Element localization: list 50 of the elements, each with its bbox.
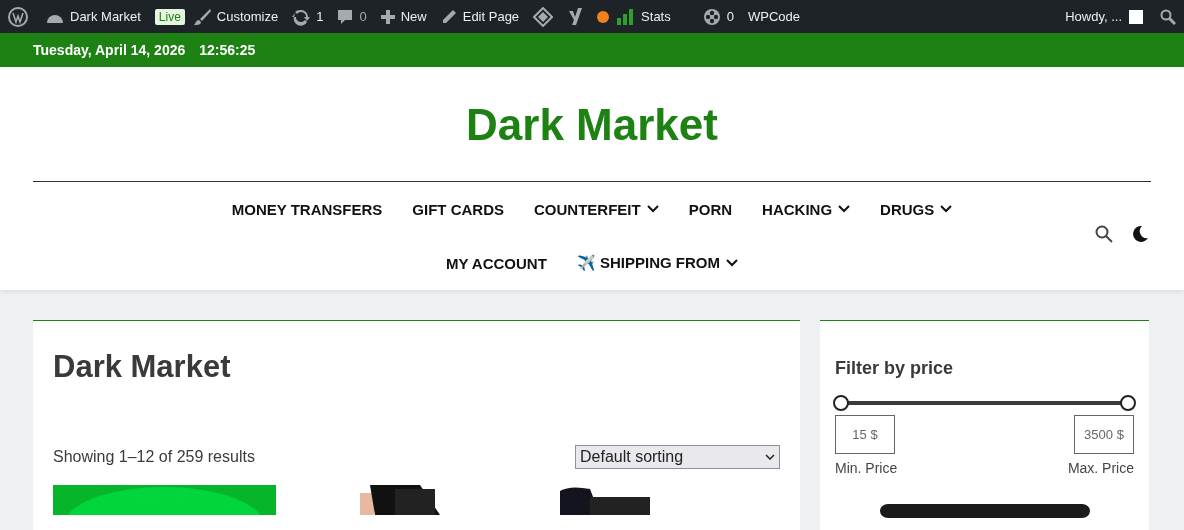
stats-link[interactable]: Stats	[641, 9, 671, 24]
result-count: Showing 1–12 of 259 results	[53, 448, 255, 466]
caret-icon	[646, 205, 659, 213]
comment-count[interactable]: 0	[359, 9, 367, 24]
diamond-icon[interactable]	[533, 6, 554, 27]
site-name-link[interactable]: Dark Market	[70, 9, 141, 24]
new-link[interactable]: New	[400, 9, 427, 24]
nav-item[interactable]: HACKING	[762, 200, 851, 218]
customize-link[interactable]: Customize	[216, 9, 279, 24]
live-badge: Live	[154, 8, 185, 25]
howdy-link[interactable]: Howdy, ...	[1065, 9, 1122, 24]
wheel-icon[interactable]	[702, 7, 721, 26]
caret-icon	[838, 205, 851, 213]
nav-item[interactable]: DRUGS	[880, 200, 953, 218]
min-price-label: Min. Price	[835, 460, 898, 476]
brush-icon[interactable]	[192, 7, 211, 26]
nav-item[interactable]: MONEY TRANSFERS	[231, 200, 383, 218]
min-price-field[interactable]: 15 $	[835, 415, 895, 454]
sorting-dropdown[interactable]: Default sorting	[575, 445, 780, 469]
slider-handle[interactable]	[833, 395, 849, 411]
edit-page-link[interactable]: Edit Page	[462, 9, 520, 24]
nav-item[interactable]: COUNTERFEIT	[534, 200, 659, 218]
max-price-field[interactable]: 3500 $	[1074, 415, 1134, 454]
avatar[interactable]	[1128, 8, 1144, 25]
nav-item[interactable]: PORN	[688, 200, 733, 218]
slider-handle[interactable]	[1120, 395, 1136, 411]
comment-icon[interactable]	[337, 8, 354, 25]
page-title: Dark Market	[53, 349, 232, 386]
nav-item[interactable]: GIFT CARDS	[412, 200, 505, 218]
wpcode-link[interactable]: WPCode	[747, 9, 800, 24]
search-icon[interactable]	[1160, 8, 1176, 25]
caret-icon	[765, 454, 775, 460]
plus-icon[interactable]	[380, 9, 395, 24]
y-logo-icon[interactable]	[567, 6, 584, 27]
refresh-icon[interactable]	[292, 7, 311, 26]
search-icon[interactable]	[1095, 225, 1113, 243]
moon-icon[interactable]	[1131, 225, 1149, 243]
caret-icon	[726, 259, 738, 267]
date-text: Tuesday, April 14, 2026	[33, 42, 186, 58]
code-count[interactable]: 0	[726, 9, 734, 24]
max-price-label: Max. Price	[1067, 460, 1134, 476]
pencil-icon[interactable]	[440, 8, 457, 25]
widget-title: Filter by price	[835, 358, 955, 379]
site-title[interactable]: Dark Market	[33, 67, 1151, 181]
update-count[interactable]: 1	[316, 9, 324, 24]
nav-item[interactable]: MY ACCOUNT	[446, 254, 547, 272]
caret-icon	[940, 205, 953, 213]
bar-chart-icon[interactable]	[617, 8, 636, 25]
nav-item[interactable]: ✈ SHIPPING FROM	[576, 254, 738, 272]
time-text: 12:56:25	[199, 42, 256, 58]
